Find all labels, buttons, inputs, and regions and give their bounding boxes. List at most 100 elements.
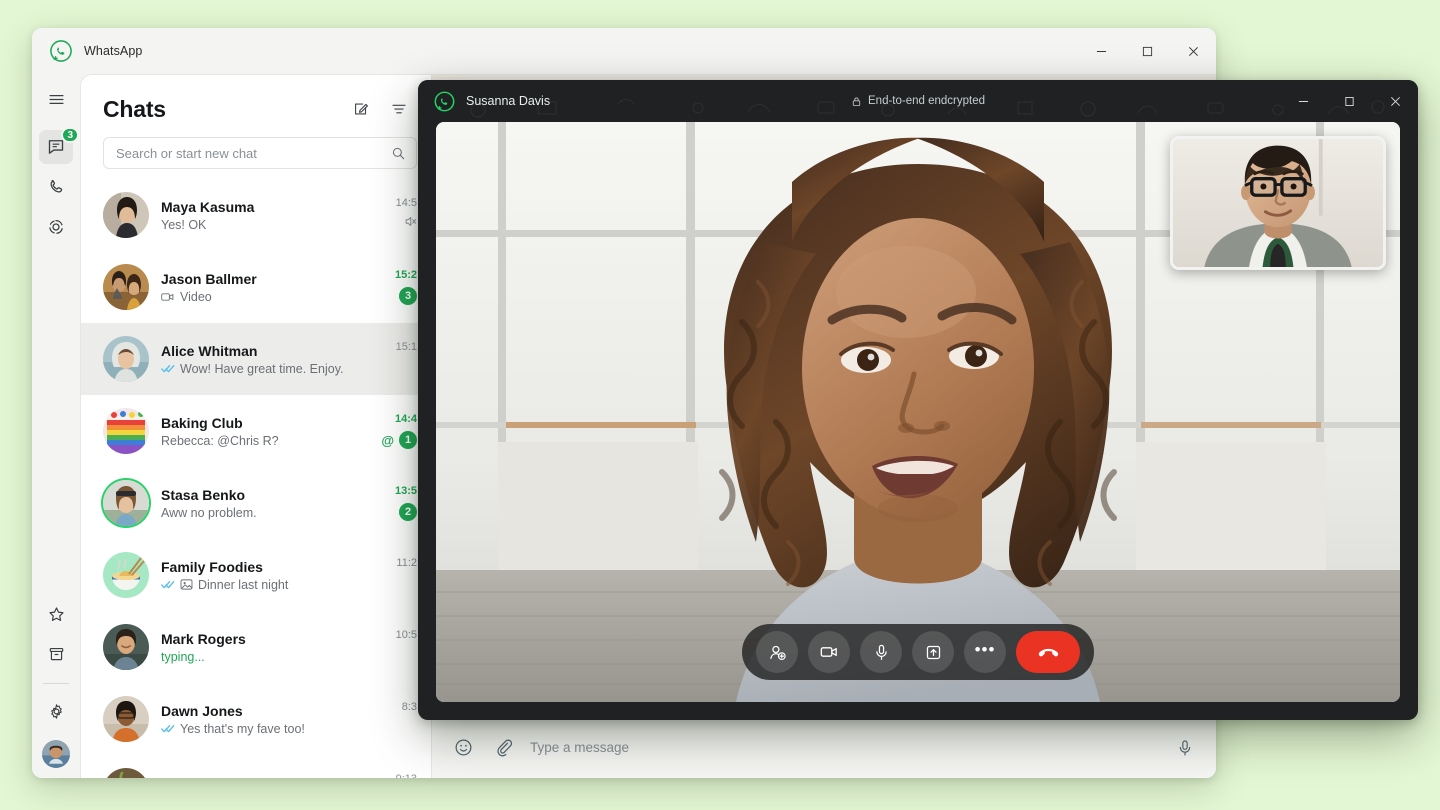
minimize-button[interactable] <box>1078 28 1124 74</box>
toggle-microphone-button[interactable] <box>860 631 902 673</box>
chat-row-indicators: @1 <box>381 431 417 449</box>
chat-row-preview-text: Aww no problem. <box>161 505 257 520</box>
chat-row-meta: 14:4 @1 <box>377 413 417 449</box>
call-maximize-button[interactable] <box>1326 80 1372 122</box>
chat-row-meta: 15:1 <box>377 341 417 377</box>
search-box[interactable] <box>103 137 417 169</box>
attach-paperclip-icon[interactable] <box>490 735 516 761</box>
app-title: WhatsApp <box>84 44 143 58</box>
emoji-smiley-icon[interactable] <box>450 735 476 761</box>
end-call-button[interactable] <box>1016 631 1080 673</box>
mention-icon: @ <box>381 432 394 448</box>
chat-row-main: Mark Rogers typing... <box>161 631 365 664</box>
avatar <box>103 264 149 310</box>
message-input[interactable] <box>530 740 1158 755</box>
read-receipt-ticks-icon <box>161 579 175 590</box>
chat-row[interactable]: Dawn Jones Yes that's my fave too! 8:3 <box>81 683 431 755</box>
chat-row[interactable]: Stasa Benko Aww no problem. 13:5 2 <box>81 467 431 539</box>
call-controls-bar: ••• <box>742 624 1094 680</box>
unread-count-badge: 1 <box>399 431 417 449</box>
chat-row-name: Mark Rogers <box>161 630 246 647</box>
sidebar-item-calls[interactable] <box>39 170 73 204</box>
chat-row-time: 9:13 <box>396 773 417 778</box>
chat-row-name: Stasa Benko <box>161 486 246 503</box>
chat-row-preview: Aww no problem. <box>161 506 365 520</box>
chat-row-main: Jason Ballmer Video <box>161 271 365 304</box>
chat-row-preview-text: Yes! OK <box>161 217 207 232</box>
more-options-button[interactable]: ••• <box>964 631 1006 673</box>
chat-row-name: Maya Kasuma <box>161 198 255 215</box>
chat-row-time: 15:2 <box>394 269 417 281</box>
chat-row-name: Dawn Jones <box>161 702 243 719</box>
chat-row[interactable]: Baking Club Rebecca: @Chris R? 14:4 @1 <box>81 395 431 467</box>
read-receipt-ticks-icon <box>161 723 175 734</box>
chat-row-meta: 15:2 3 <box>377 269 417 305</box>
chat-row-preview: Yes that's my fave too! <box>161 722 365 736</box>
avatar <box>103 624 149 670</box>
chat-row-time: 14:4 <box>394 413 417 425</box>
filter-chats-icon[interactable] <box>383 93 415 125</box>
chat-row-main: Baking Club Rebecca: @Chris R? <box>161 415 365 448</box>
sidebar-item-chats[interactable]: 3 <box>39 127 79 164</box>
chat-rows: Maya Kasuma Yes! OK 14:5 Jason Ballmer Video… <box>81 179 431 778</box>
call-peer-info: Susanna Davis <box>434 91 550 112</box>
call-titlebar-doodle <box>470 98 1385 118</box>
avatar <box>103 552 149 598</box>
call-window-controls <box>1280 80 1418 122</box>
chat-row-meta: 13:5 2 <box>377 485 417 521</box>
call-minimize-button[interactable] <box>1280 80 1326 122</box>
add-participant-button[interactable] <box>756 631 798 673</box>
chat-row[interactable]: Maya Kasuma Yes! OK 14:5 <box>81 179 431 251</box>
chat-row-name: Alice Whitman <box>161 342 258 359</box>
sidebar-item-archived[interactable] <box>39 637 73 671</box>
chat-row[interactable]: Family Foodies Dinner last night 11:2 <box>81 539 431 611</box>
compose-new-chat-icon[interactable] <box>345 93 377 125</box>
maximize-button[interactable] <box>1124 28 1170 74</box>
chat-row-name: Baking Club <box>161 414 243 431</box>
video-call-window: Susanna Davis End-to-end endcrypted ••• <box>418 80 1418 720</box>
image-icon <box>180 578 193 591</box>
sidebar-item-status[interactable] <box>39 210 73 244</box>
chat-row-preview: Yes! OK <box>161 218 365 232</box>
profile-avatar[interactable] <box>42 740 70 768</box>
settings-gear-icon[interactable] <box>39 694 73 728</box>
search-input[interactable] <box>116 145 391 161</box>
close-button[interactable] <box>1170 28 1216 74</box>
chat-row-time: 14:5 <box>395 197 417 209</box>
muted-icon <box>404 215 417 233</box>
chat-row[interactable]: Jason Ballmer Video 15:2 3 <box>81 251 431 323</box>
chat-row-name: Jason Ballmer <box>161 270 257 287</box>
avatar <box>103 696 149 742</box>
read-receipt-ticks-icon <box>161 363 175 374</box>
chat-row-preview: typing... <box>161 650 365 664</box>
chat-list-header: Chats <box>81 75 431 131</box>
chat-row-time: 11:2 <box>396 557 417 569</box>
chat-list-pane: Chats Search or start new chat Maya Kasu… <box>81 75 431 778</box>
chat-row-preview: Dinner last night <box>161 578 365 592</box>
chat-row-main: Alice Whitman Wow! Have great time. Enjoy… <box>161 343 365 376</box>
whatsapp-logo-icon <box>434 91 455 111</box>
chat-row-time: 8:3 <box>401 701 417 713</box>
chat-row[interactable]: Mark Rogers typing... 10:5 <box>81 611 431 683</box>
microphone-icon[interactable] <box>1172 735 1198 761</box>
toggle-camera-button[interactable] <box>808 631 850 673</box>
chat-row-meta: 11:2 <box>377 557 417 593</box>
sidebar-item-starred[interactable] <box>39 597 73 631</box>
share-screen-button[interactable] <box>912 631 954 673</box>
message-composer <box>432 716 1216 778</box>
chat-row-main: Stasa Benko Aww no problem. <box>161 487 365 520</box>
chat-row-time: 10:5 <box>395 629 417 641</box>
chat-row-preview-text: Rebecca: @Chris R? <box>161 433 279 448</box>
chat-row[interactable]: Ziggy Woodley9:13 <box>81 755 431 778</box>
call-close-button[interactable] <box>1372 80 1418 122</box>
chat-row[interactable]: Alice Whitman Wow! Have great time. Enjoy… <box>81 323 431 395</box>
hamburger-menu-icon[interactable] <box>39 82 73 116</box>
self-view-thumbnail[interactable] <box>1170 136 1386 270</box>
avatar <box>103 336 149 382</box>
rail-divider <box>43 683 69 684</box>
chat-row-indicators <box>404 215 417 233</box>
chat-row-preview-text: Video <box>180 289 212 304</box>
chat-row-meta: 10:5 <box>377 629 417 665</box>
search-wrapper <box>81 131 431 179</box>
chat-row-main: Family Foodies Dinner last night <box>161 559 365 592</box>
